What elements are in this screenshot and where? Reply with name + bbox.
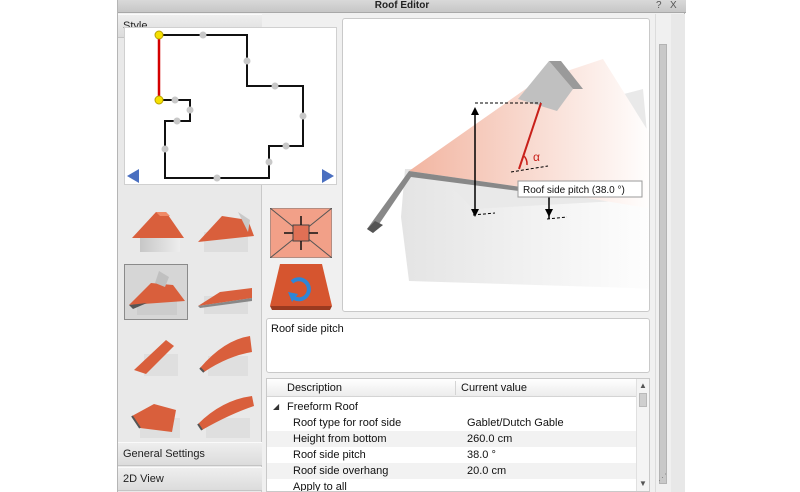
grid-header: Description Current value <box>267 379 637 397</box>
roof-style-mansard[interactable] <box>126 326 190 382</box>
roof-style-shed[interactable] <box>194 264 258 320</box>
group-freeform-roof[interactable]: ◢ Freeform Roof <box>267 399 637 415</box>
description-text: Roof side pitch <box>271 323 344 335</box>
property-row[interactable]: Height from bottom 260.0 cm <box>267 431 637 447</box>
pan-roof-icon <box>269 207 333 259</box>
window-scrollbar[interactable] <box>655 14 670 492</box>
roof-outline-canvas[interactable] <box>124 27 337 185</box>
section-2d-view[interactable]: 2D View <box>118 467 262 491</box>
property-description: Roof side pitch <box>266 318 650 373</box>
corner-handle-top[interactable] <box>154 30 164 40</box>
scroll-up-icon[interactable]: ▲ <box>639 381 647 390</box>
property-row[interactable]: Roof side overhang 20.0 cm <box>267 463 637 479</box>
rotate-roof-button[interactable] <box>270 262 332 312</box>
roof-style-gable-side[interactable] <box>194 202 258 258</box>
roof-style-dutch-gable[interactable] <box>124 264 188 320</box>
section-general-settings[interactable]: General Settings <box>118 442 262 466</box>
resize-grip-icon[interactable]: ⋰ <box>658 472 667 483</box>
property-row[interactable]: Roof type for roof side Gablet/Dutch Gab… <box>267 415 637 431</box>
roof-style-curved[interactable] <box>194 326 258 382</box>
roof-editor-window: Roof Editor ? X Style General Settings 2… <box>117 0 686 492</box>
grid-scrollbar[interactable]: ▲ ▼ <box>636 379 649 491</box>
window-title: Roof Editor <box>374 0 430 11</box>
prev-arrow-icon[interactable] <box>127 169 139 183</box>
roof-3d-preview[interactable]: α Roof side pitch (38.0 °) <box>342 18 663 312</box>
next-arrow-icon[interactable] <box>322 169 334 183</box>
property-grid: Description Current value ◢ Freeform Roo… <box>266 378 650 492</box>
pitch-angle-symbol: α <box>533 150 540 164</box>
rotate-roof-icon <box>270 264 332 310</box>
column-description[interactable]: Description <box>287 382 342 394</box>
roof-style-hip[interactable] <box>126 202 190 258</box>
pitch-tooltip: Roof side pitch (38.0 °) <box>523 185 625 196</box>
window-scroll-thumb[interactable] <box>659 44 667 484</box>
roof-style-bell[interactable] <box>194 388 258 444</box>
property-row[interactable]: Roof side pitch 38.0 ° <box>267 447 637 463</box>
close-button[interactable]: X <box>670 0 677 12</box>
right-edge <box>671 14 685 492</box>
edge-midpoints[interactable] <box>161 31 307 182</box>
corner-handle-bottom[interactable] <box>154 95 164 105</box>
collapse-triangle-icon[interactable]: ◢ <box>273 399 279 415</box>
title-bar: Roof Editor ? X <box>118 0 686 13</box>
grid-scroll-thumb[interactable] <box>639 393 647 407</box>
column-current-value[interactable]: Current value <box>461 382 527 394</box>
roof-style-arched[interactable] <box>126 388 190 444</box>
help-button[interactable]: ? <box>656 0 662 12</box>
scroll-down-icon[interactable]: ▼ <box>639 479 647 488</box>
pan-roof-button[interactable] <box>269 207 333 259</box>
property-row[interactable]: Apply to all <box>267 479 637 491</box>
